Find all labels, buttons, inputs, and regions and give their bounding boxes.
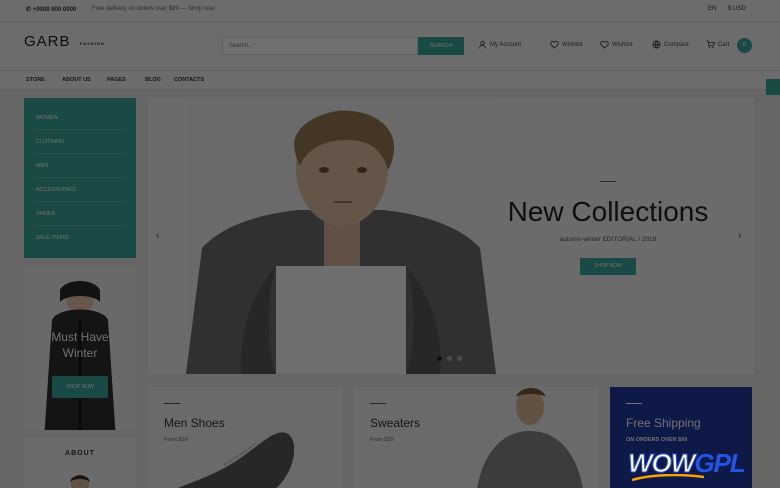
site-header: GARB FASHION SEARCH My Account Wishlist … (0, 22, 780, 70)
phone-icon: ✆ (26, 7, 33, 13)
side-settings-tab[interactable] (766, 79, 780, 95)
cart-count-badge[interactable]: 0 (737, 38, 752, 53)
account-link[interactable]: My Account (478, 40, 521, 49)
banner-divider (370, 403, 386, 404)
category-item[interactable]: SHOES (36, 202, 124, 226)
wishlist-link[interactable]: Wishlist (550, 40, 583, 49)
hero-model-image (186, 98, 496, 374)
banner-divider (626, 403, 642, 404)
wishlist-link-2[interactable]: Wishlist (600, 40, 633, 49)
banner-sweaters[interactable]: Sweaters From $29 (354, 387, 598, 488)
banner-divider (164, 403, 180, 404)
promo-winter-banner[interactable]: Must Have Winter SHOP NOW (24, 266, 136, 430)
nav-about-us[interactable]: ABOUT US (62, 77, 91, 83)
slide-shop-now-button[interactable]: SHOP NOW (580, 258, 636, 275)
site-logo[interactable]: GARB (24, 33, 71, 50)
shoe-image (177, 432, 294, 488)
category-item[interactable]: WOMEN (36, 106, 124, 130)
banner-subtitle: ON ORDERS OVER $99 (626, 437, 688, 443)
nav-contacts[interactable]: CONTACTS (174, 77, 204, 83)
slider-dot[interactable] (447, 356, 452, 361)
category-item[interactable]: SALE ITEMS (36, 226, 124, 250)
cart-link[interactable]: Cart (706, 40, 729, 49)
phone-number[interactable]: ✆ +0000 000 0000 (26, 6, 76, 13)
top-bar: ✆ +0000 000 0000 Free delivery on orders… (0, 0, 780, 22)
about-section: ABOUT (24, 438, 136, 488)
search-input[interactable] (222, 37, 418, 55)
promo-title-line1: Must Have (51, 330, 109, 344)
sweater-model-image (477, 388, 583, 488)
slider-prev-arrow[interactable]: ‹ (156, 230, 159, 241)
category-item[interactable]: CLOTHING (36, 130, 124, 154)
slide-subtitle: autumn-winter EDITORIAL / 2018 (559, 236, 657, 243)
about-heading: ABOUT (65, 450, 95, 457)
slider-next-arrow[interactable]: › (738, 230, 741, 241)
page: ✆ +0000 000 0000 Free delivery on orders… (0, 0, 780, 488)
language-selector[interactable]: EN (708, 6, 716, 12)
user-icon (478, 40, 487, 49)
watermark-swoosh-icon (632, 474, 704, 481)
heart-outline-icon (600, 40, 609, 49)
search-button[interactable]: SEARCH (418, 37, 464, 55)
nav-pages[interactable]: PAGES (107, 77, 126, 83)
promo-text: Free delivery on orders over $99 — Shop … (92, 6, 215, 12)
slider-dot[interactable] (457, 356, 462, 361)
category-item[interactable]: ACCESSORIES (36, 178, 124, 202)
promo-shop-now-button[interactable]: SHOP NOW (52, 376, 108, 398)
category-item[interactable]: MEN (36, 154, 124, 178)
currency-selector[interactable]: $ USD (728, 6, 746, 12)
promo-title-line2: Winter (62, 346, 98, 360)
heart-icon (550, 40, 559, 49)
main-nav: STORE ABOUT US PAGES BLOG CONTACTS (0, 70, 780, 90)
nav-store[interactable]: STORE (26, 77, 45, 83)
category-menu: WOMEN CLOTHING MEN ACCESSORIES SHOES SAL… (24, 98, 136, 258)
cart-icon (706, 40, 715, 49)
slider-dot-active[interactable] (437, 356, 442, 361)
slide-divider (600, 181, 616, 182)
about-avatar-image (70, 475, 90, 488)
compare-link[interactable]: Compare (652, 40, 689, 49)
nav-blog[interactable]: BLOG (145, 77, 161, 83)
banner-men-shoes[interactable]: Men Shoes From $19 (148, 387, 342, 488)
banner-title: Sweaters (370, 416, 421, 430)
globe-icon (652, 40, 661, 49)
hero-slider[interactable]: ‹ › New Collections autumn-winter EDITOR… (148, 98, 754, 374)
banner-subtitle: From $29 (370, 437, 394, 443)
logo-tagline: FASHION (80, 41, 105, 46)
slide-title: New Collections (507, 196, 709, 227)
banner-title: Free Shipping (626, 416, 701, 430)
